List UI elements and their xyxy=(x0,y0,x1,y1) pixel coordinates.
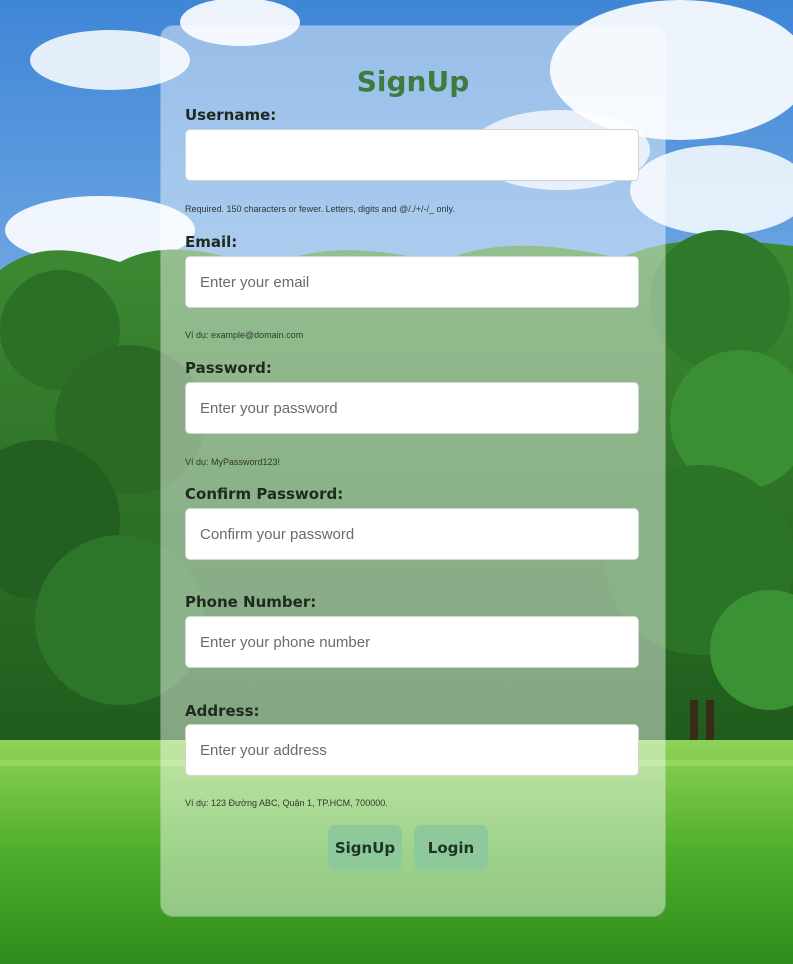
confirm-password-label: Confirm Password: xyxy=(185,485,344,503)
phone-number-input[interactable] xyxy=(185,616,639,668)
password-help-text: Ví dụ: MyPassword123! xyxy=(185,457,281,467)
password-label: Password: xyxy=(185,359,272,377)
address-help-text: Ví dụ: 123 Đường ABC, Quận 1, TP.HCM, 70… xyxy=(185,798,388,808)
username-input[interactable] xyxy=(185,129,639,181)
page-title: SignUp xyxy=(356,65,470,98)
confirm-password-input[interactable] xyxy=(185,508,639,560)
signup-button[interactable]: SignUp xyxy=(328,825,402,871)
username-help-text: Required. 150 characters or fewer. Lette… xyxy=(185,204,455,214)
email-label: Email: xyxy=(185,233,238,251)
address-input[interactable] xyxy=(185,724,639,776)
email-input[interactable] xyxy=(185,256,639,308)
signup-form-card: SignUp Username: Required. 150 character… xyxy=(161,26,665,916)
phone-number-label: Phone Number: xyxy=(185,593,317,611)
password-input[interactable] xyxy=(185,382,639,434)
login-button[interactable]: Login xyxy=(414,825,488,871)
username-label: Username: xyxy=(185,106,277,124)
email-help-text: Ví dụ: example@domain.com xyxy=(185,330,304,340)
address-label: Address: xyxy=(185,702,260,720)
